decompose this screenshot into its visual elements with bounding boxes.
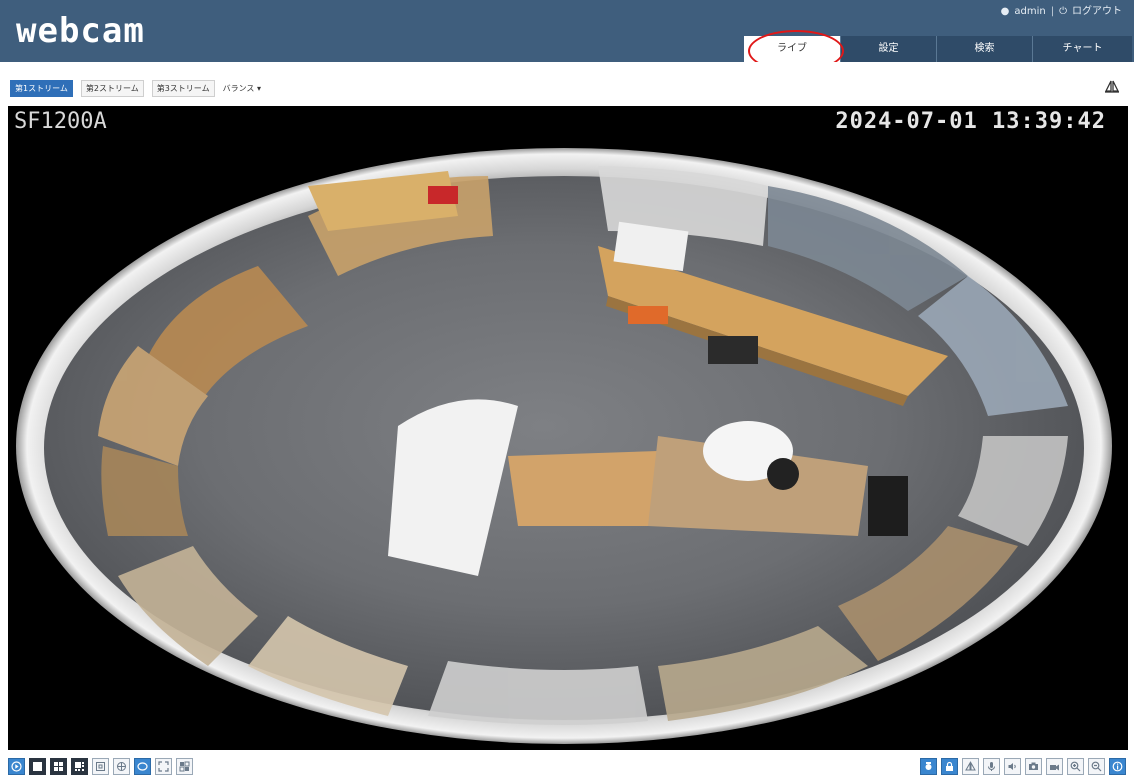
mirror-icon[interactable]	[962, 758, 979, 775]
record-icon[interactable]	[1046, 758, 1063, 775]
user-bar: ● admin | ⏻ ログアウト	[1001, 5, 1122, 19]
power-icon[interactable]: ⏻	[1059, 5, 1067, 19]
playback-controls	[920, 758, 1126, 775]
username: admin	[1014, 6, 1046, 17]
play-icon[interactable]	[8, 758, 25, 775]
zoom-in-icon[interactable]	[1067, 758, 1084, 775]
speaker-icon[interactable]	[1004, 758, 1021, 775]
stream-selector: 第1ストリーム 第2ストリーム 第3ストリーム バランス ▾	[10, 80, 261, 97]
app-logo: webcam	[16, 11, 145, 51]
mirror-icon[interactable]	[1104, 78, 1120, 94]
microphone-icon[interactable]	[983, 758, 1000, 775]
ptz-icon[interactable]	[920, 758, 937, 775]
panorama-icon[interactable]	[113, 758, 130, 775]
tab-settings[interactable]: 設定	[840, 36, 936, 62]
timestamp-overlay: 2024-07-01 13:39:42	[835, 109, 1106, 134]
fisheye-video-frame	[16, 148, 1112, 744]
fisheye-icon[interactable]	[134, 758, 151, 775]
stream-1-button[interactable]: 第1ストリーム	[10, 80, 73, 97]
zoom-out-icon[interactable]	[1088, 758, 1105, 775]
info-icon[interactable]	[1109, 758, 1126, 775]
stream-bar: 第1ストリーム 第2ストリーム 第3ストリーム バランス ▾	[0, 62, 1134, 106]
multi-view-icon[interactable]	[71, 758, 88, 775]
header-bar: webcam ● admin | ⏻ ログアウト ライブ 設定 検索 チャート	[0, 0, 1134, 72]
tab-live[interactable]: ライブ	[744, 36, 840, 62]
lock-icon[interactable]	[941, 758, 958, 775]
square-view-icon[interactable]	[92, 758, 109, 775]
logout-link[interactable]: ログアウト	[1072, 5, 1122, 19]
balance-dropdown[interactable]: バランス ▾	[223, 83, 261, 94]
user-icon: ●	[1000, 6, 1010, 17]
bottom-toolbar	[0, 750, 1134, 783]
quad-view-icon[interactable]	[50, 758, 67, 775]
fullscreen-icon[interactable]	[155, 758, 172, 775]
tab-chart[interactable]: チャート	[1032, 36, 1132, 62]
stream-2-button[interactable]: 第2ストリーム	[80, 80, 144, 97]
stream-3-button[interactable]: 第3ストリーム	[151, 80, 215, 97]
snapshot-icon[interactable]	[1025, 758, 1042, 775]
main-tabs: ライブ 設定 検索 チャート	[744, 36, 1132, 62]
user-separator: |	[1050, 6, 1055, 17]
split-view-icon[interactable]	[176, 758, 193, 775]
single-view-icon[interactable]	[29, 758, 46, 775]
view-controls	[8, 758, 193, 775]
camera-name-overlay: SF1200A	[14, 109, 107, 134]
video-viewport[interactable]: SF1200A 2024-07-01 13:39:42	[8, 106, 1128, 750]
tab-search[interactable]: 検索	[936, 36, 1032, 62]
